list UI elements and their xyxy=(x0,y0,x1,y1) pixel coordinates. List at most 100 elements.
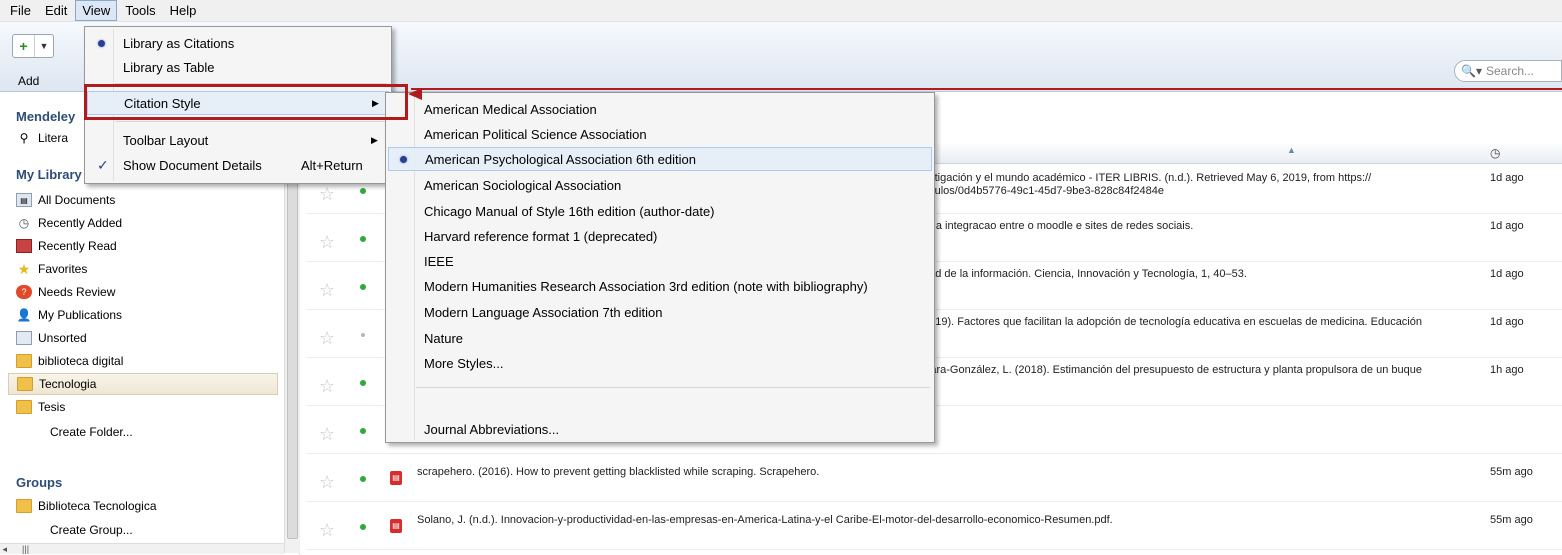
sidebar-item-label: My Publications xyxy=(38,308,123,322)
menu-item-label: Chicago Manual of Style 16th edition (au… xyxy=(424,203,715,219)
menu-item-toolbar-layout[interactable]: Toolbar Layout ▶ xyxy=(87,128,389,152)
inbox-icon xyxy=(16,331,32,345)
folder-icon xyxy=(16,400,32,414)
sidebar-horizontal-scrollbar[interactable]: ◂ ||| xyxy=(0,543,284,554)
review-icon: ? xyxy=(16,285,32,299)
sidebar-item-recently-added[interactable]: ◷ Recently Added xyxy=(8,212,278,234)
citation-style-option-selected[interactable]: American Psychological Association 6th e… xyxy=(388,147,932,171)
added-time: 1h ago xyxy=(1490,364,1524,376)
read-status-dot xyxy=(360,284,366,290)
sidebar-item-biblioteca-tecnologica[interactable]: Biblioteca Tecnologica xyxy=(8,495,278,517)
sidebar-item-unsorted[interactable]: Unsorted xyxy=(8,327,278,349)
shortcut-label: Alt+Return xyxy=(301,157,363,173)
menu-item-label: American Psychological Association 6th e… xyxy=(425,151,696,167)
citation-style-option[interactable]: Modern Humanities Research Association 3… xyxy=(388,274,932,298)
star-icon[interactable]: ☆ xyxy=(319,424,335,445)
added-time: 55m ago xyxy=(1490,514,1533,526)
clock-icon: ◷ xyxy=(18,216,30,230)
more-styles-option[interactable]: More Styles... xyxy=(388,351,932,375)
menu-help[interactable]: Help xyxy=(164,1,203,20)
sidebar-item-label: Litera xyxy=(38,131,69,145)
menu-item-label: Toolbar Layout xyxy=(123,132,209,148)
checkmark-icon: ✓ xyxy=(97,156,109,173)
sidebar-item-label: Favorites xyxy=(38,262,88,276)
menu-tools[interactable]: Tools xyxy=(119,1,161,20)
sidebar-item-recently-read[interactable]: Recently Read xyxy=(8,235,278,257)
citation-style-option[interactable]: IEEE xyxy=(388,249,932,273)
menu-item-library-as-table[interactable]: Library as Table xyxy=(87,55,389,79)
star-icon[interactable]: ☆ xyxy=(319,280,335,301)
menu-item-label: American Sociological Association xyxy=(424,177,622,193)
sidebar-item-label: Biblioteca Tecnologica xyxy=(38,499,157,513)
documents-icon: ▤ xyxy=(16,193,32,207)
read-status-dot xyxy=(361,333,365,337)
star-icon[interactable]: ☆ xyxy=(319,520,335,541)
sidebar-item-all-documents[interactable]: ▤ All Documents xyxy=(8,189,278,211)
pdf-icon[interactable]: ▤ xyxy=(390,471,402,485)
add-label: Add xyxy=(18,74,40,88)
star-icon: ★ xyxy=(17,261,31,277)
menu-item-label: Library as Table xyxy=(123,59,215,75)
search-placeholder: Search... xyxy=(1485,64,1534,78)
search-icon: 🔍▾ xyxy=(1461,64,1482,78)
menu-item-label: Journal Abbreviations... xyxy=(424,421,560,437)
sort-ascending-icon: ▲ xyxy=(1287,145,1296,155)
menu-separator xyxy=(115,121,387,122)
citation-text: 2019). Factores que facilitan la adopció… xyxy=(923,316,1422,328)
menu-separator xyxy=(416,387,930,388)
sidebar-item-biblioteca-digital[interactable]: biblioteca digital xyxy=(8,350,278,372)
sidebar-item-tesis[interactable]: Tesis xyxy=(8,396,278,418)
menu-item-label: American Medical Association xyxy=(424,101,597,117)
sidebar-item-label: Tesis xyxy=(38,400,66,414)
sidebar-item-tecnologia[interactable]: Tecnologia xyxy=(8,373,278,395)
star-icon[interactable]: ☆ xyxy=(319,232,335,253)
pdf-icon[interactable]: ▤ xyxy=(390,519,402,533)
groups-header: Groups xyxy=(16,475,63,490)
folder-icon xyxy=(16,354,32,368)
person-icon: 👤 xyxy=(16,308,32,322)
create-group-button[interactable]: Create Group... xyxy=(8,519,278,541)
sidebar-item-my-publications[interactable]: 👤 My Publications xyxy=(8,304,278,326)
sidebar-item-label: Create Group... xyxy=(50,523,133,537)
read-status-dot xyxy=(360,380,366,386)
citation-style-option[interactable]: American Medical Association xyxy=(388,97,932,121)
book-icon xyxy=(16,239,32,253)
menu-view[interactable]: View xyxy=(75,0,118,21)
search-icon: ⚲ xyxy=(19,131,29,145)
journal-abbreviations-option[interactable]: Journal Abbreviations... xyxy=(388,417,932,441)
table-row[interactable]: ☆ ▤ scrapehero. (2016). How to prevent g… xyxy=(307,454,1562,502)
add-document-icon: + xyxy=(13,35,35,57)
citation-style-option[interactable]: American Political Science Association xyxy=(388,122,932,146)
star-icon[interactable]: ☆ xyxy=(319,184,335,205)
citation-style-option[interactable]: Harvard reference format 1 (deprecated) xyxy=(388,224,932,248)
chevron-down-icon[interactable]: ▼ xyxy=(35,41,53,51)
sidebar-item-label: Recently Added xyxy=(38,216,123,230)
citation-text: scrapehero. (2016). How to prevent getti… xyxy=(417,466,820,478)
menu-item-show-document-details[interactable]: ✓ Show Document Details Alt+Return xyxy=(87,153,389,177)
citation-text: estigación y el mundo académico - ITER L… xyxy=(923,172,1372,184)
sidebar-item-favorites[interactable]: ★ Favorites xyxy=(8,258,278,280)
sidebar-item-label: biblioteca digital xyxy=(38,354,124,368)
added-time: 1d ago xyxy=(1490,220,1524,232)
citation-text: Para-González, L. (2018). Estimanción de… xyxy=(923,364,1422,376)
menu-item-label: More Styles... xyxy=(424,355,504,371)
create-folder-button[interactable]: Create Folder... xyxy=(8,421,278,443)
citation-style-option[interactable]: Chicago Manual of Style 16th edition (au… xyxy=(388,199,932,223)
search-input[interactable]: 🔍▾ Search... xyxy=(1454,60,1562,82)
add-button[interactable]: + ▼ xyxy=(12,34,54,58)
radio-selected-icon xyxy=(400,155,407,163)
citation-style-option[interactable]: Nature xyxy=(388,326,932,350)
menu-edit[interactable]: Edit xyxy=(39,1,73,20)
read-status-dot xyxy=(360,476,366,482)
sidebar-item-needs-review[interactable]: ? Needs Review xyxy=(8,281,278,303)
folder-icon xyxy=(17,377,33,391)
citation-style-option[interactable]: Modern Language Association 7th edition xyxy=(388,300,932,324)
star-icon[interactable]: ☆ xyxy=(319,328,335,349)
menu-file[interactable]: File xyxy=(4,1,37,20)
citation-style-option[interactable]: American Sociological Association xyxy=(388,173,932,197)
star-icon[interactable]: ☆ xyxy=(319,376,335,397)
menu-item-library-as-citations[interactable]: Library as Citations xyxy=(87,31,389,55)
star-icon[interactable]: ☆ xyxy=(319,472,335,493)
citation-text-line2: tículos/0d4b5776-49c1-45d7-9be3-828c84f2… xyxy=(923,185,1164,197)
table-row[interactable]: ☆ ▤ Solano, J. (n.d.). Innovacion-y-prod… xyxy=(307,502,1562,550)
